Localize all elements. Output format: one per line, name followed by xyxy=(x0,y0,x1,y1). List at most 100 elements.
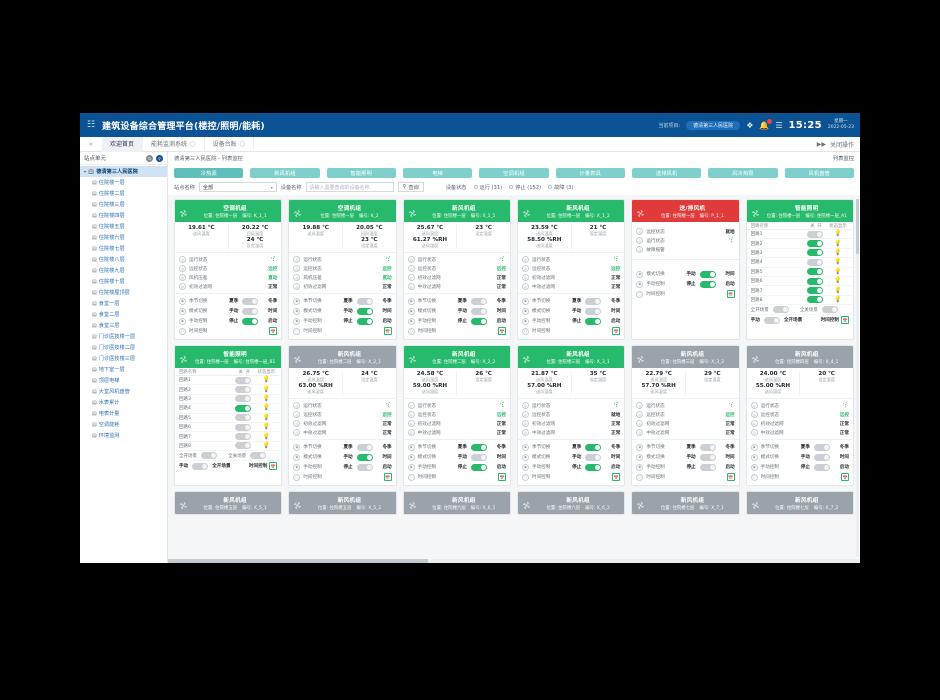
all-off-scene-toggle[interactable] xyxy=(250,452,267,460)
tree-node[interactable]: ▤ 住院楼七层 xyxy=(80,243,167,254)
toggle-switch[interactable] xyxy=(356,297,373,305)
tab-energy-monitoring[interactable]: 能耗监测系统 ◯ xyxy=(143,136,205,152)
all-off-scene-toggle[interactable] xyxy=(821,306,838,314)
calendar-icon[interactable]: 📅 xyxy=(840,473,849,481)
status-filter-option[interactable]: 停止 (152) xyxy=(509,184,541,191)
status-filter-option[interactable]: 故障 (3) xyxy=(548,184,574,191)
toggle-switch[interactable] xyxy=(585,307,602,315)
toggle-switch[interactable] xyxy=(356,453,373,461)
project-name-pill[interactable]: 德清第三人民医院 xyxy=(686,120,741,130)
horizontal-scrollbar[interactable] xyxy=(168,559,860,563)
toggle-switch[interactable] xyxy=(699,463,716,471)
device-card[interactable]: 新风机组 位置: 住院楼七层 编号: X_7_2 xyxy=(745,491,854,515)
toggle-switch[interactable] xyxy=(699,270,716,278)
close-operation-label[interactable]: 关闭操作 xyxy=(830,140,854,149)
tab-device-ledger[interactable]: 设备台账 ◯ xyxy=(205,136,255,152)
loop-toggle[interactable] xyxy=(235,386,252,394)
loop-toggle[interactable] xyxy=(806,258,823,266)
tree-node[interactable]: ▤ 食堂一层 xyxy=(80,298,167,309)
calendar-icon[interactable]: 📅 xyxy=(269,327,278,335)
toggle-switch[interactable] xyxy=(470,297,487,305)
tree-node[interactable]: ▤ 地下室一层 xyxy=(80,364,167,375)
device-card[interactable]: 智能照明 位置: 住院楼一层 编号: 住院楼一层_A1 回路名称关 开状态显示 回路1 💡… xyxy=(745,199,854,340)
tree-node[interactable]: ▤ 电表计量 xyxy=(80,408,167,419)
device-card[interactable]: 新风机组 位置: 住院楼六层 编号: X_6_2 xyxy=(516,491,626,515)
toggle-switch[interactable] xyxy=(470,453,487,461)
device-card[interactable]: 新风机组 位置: 住院楼四层 编号: X_4_1 24.00 ℃ 送风温度 55.00 %… xyxy=(745,345,854,486)
loop-toggle[interactable] xyxy=(235,433,252,441)
tree-node[interactable]: ▤ 住院楼四层 xyxy=(80,210,167,221)
search-icon[interactable]: ⚲ xyxy=(156,154,163,162)
tree-node[interactable]: ▤ 住院楼一层 xyxy=(80,177,167,188)
toggle-switch[interactable] xyxy=(470,443,487,451)
tree-node[interactable]: ▤ 环境监测 xyxy=(80,430,167,441)
tree-node[interactable]: ▤ 门诊医技楼一层 xyxy=(80,331,167,342)
toggle-switch[interactable] xyxy=(813,463,830,471)
chevron-down-icon[interactable]: ▾ xyxy=(84,169,86,174)
toggle-switch[interactable] xyxy=(470,307,487,315)
device-card[interactable]: 智能照明 位置: 住院楼一层 编号: 住院楼一层_B1 回路名称关 开状态显示 回路1 💡… xyxy=(174,345,283,486)
close-icon[interactable]: ◯ xyxy=(190,137,196,152)
radio-icon[interactable] xyxy=(548,185,553,189)
calendar-icon[interactable]: 📅 xyxy=(497,327,506,335)
tree-node[interactable]: ▤ 住院楼屋顶层 xyxy=(80,287,167,298)
device-card[interactable]: 新风机组 位置: 住院楼五层 编号: X_5_2 xyxy=(288,491,397,515)
toggle-switch[interactable] xyxy=(585,297,602,305)
device-card[interactable]: 新风机组 位置: 住院楼七层 编号: X_7_1 xyxy=(631,491,740,515)
vertical-scrollbar[interactable] xyxy=(856,199,859,557)
device-card[interactable]: 新风机组 位置: 住院楼五层 编号: X_5_1 xyxy=(174,491,283,515)
radio-icon[interactable] xyxy=(473,185,478,189)
menu-icon[interactable]: ☷ xyxy=(80,120,102,130)
calendar-icon[interactable]: 📅 xyxy=(840,316,849,325)
category-button-智能照明[interactable]: 智能照明 xyxy=(326,168,396,178)
device-card[interactable]: 送/排风机 位置: 住院楼一层 编号: P_1_1 ◎ 远控状态 就地 ◎ 运行状态 ◎ 故障报警… xyxy=(631,199,740,340)
loop-toggle[interactable] xyxy=(806,277,823,285)
search-button[interactable]: ⚲ 查询 xyxy=(397,182,424,192)
bell-icon[interactable]: 🔔 xyxy=(759,118,773,130)
calendar-icon[interactable]: 📅 xyxy=(383,473,392,481)
tab-welcome[interactable]: 欢迎首页 xyxy=(102,136,144,152)
list-icon[interactable]: ☰ xyxy=(775,121,782,130)
calendar-icon[interactable]: 📅 xyxy=(612,473,621,481)
loop-toggle[interactable] xyxy=(806,230,823,238)
device-search-input[interactable]: 请输入需要查询的设备名称 xyxy=(305,182,394,192)
loop-toggle[interactable] xyxy=(235,404,252,412)
tree-node[interactable]: ▤ 住院楼三层 xyxy=(80,199,167,210)
tree-node[interactable]: ▤ 住院楼十层 xyxy=(80,276,167,287)
category-button-风冷热泵[interactable]: 风冷热泵 xyxy=(708,168,778,178)
toggle-switch[interactable] xyxy=(699,443,716,451)
calendar-icon[interactable]: 📅 xyxy=(612,327,621,335)
all-on-scene-toggle[interactable] xyxy=(772,306,789,314)
close-icon[interactable]: ◯ xyxy=(240,137,246,152)
toggle-switch[interactable] xyxy=(356,443,373,451)
tree-root-node[interactable]: ▾ 🏥 德清第三人民医院 xyxy=(80,166,167,177)
loop-toggle[interactable] xyxy=(235,442,252,450)
toggle-switch[interactable] xyxy=(356,317,373,325)
category-button-新风机组[interactable]: 新风机组 xyxy=(250,168,320,178)
category-button-冷热源[interactable]: 冷热源 xyxy=(174,168,244,178)
loop-toggle[interactable] xyxy=(235,414,252,422)
toggle-switch[interactable] xyxy=(813,443,830,451)
forward-icon[interactable]: ▶▶ xyxy=(817,141,826,148)
device-card[interactable]: 空调机组 位置: 住院楼一层 编号: K_2 19.88 ℃ 送风温度 20.05 ℃ 回风… xyxy=(288,199,397,340)
loop-toggle[interactable] xyxy=(806,240,823,248)
calendar-icon[interactable]: 📅 xyxy=(726,290,735,298)
status-filter-option[interactable]: 运行 (31) xyxy=(473,184,502,191)
toggle-switch[interactable] xyxy=(242,297,259,305)
device-card[interactable]: 新风机组 位置: 住院楼一层 编号: X_1_1 25.67 ℃ 送风温度 61.27 %… xyxy=(402,199,511,340)
calendar-icon[interactable]: 📅 xyxy=(269,462,278,471)
collapse-left-icon[interactable]: « xyxy=(80,141,102,148)
calendar-icon[interactable]: 📅 xyxy=(383,327,392,335)
loop-toggle[interactable] xyxy=(806,287,823,295)
loop-toggle[interactable] xyxy=(235,376,252,384)
device-card[interactable]: 新风机组 位置: 住院楼六层 编号: X_6_1 xyxy=(402,491,511,515)
loop-toggle[interactable] xyxy=(806,296,823,304)
tree-node[interactable]: ▤ 食堂三层 xyxy=(80,320,167,331)
refresh-icon[interactable]: ↻ xyxy=(146,154,153,162)
tree-node[interactable]: ▤ 食堂二层 xyxy=(80,309,167,320)
toggle-switch[interactable] xyxy=(813,453,830,461)
radio-icon[interactable] xyxy=(509,185,514,189)
tree-node[interactable]: ▤ 空调能耗 xyxy=(80,419,167,430)
device-card[interactable]: 新风机组 位置: 住院楼三层 编号: X_3_2 22.79 ℃ 送风温度 57.70 %… xyxy=(631,345,740,486)
tree-node[interactable]: ▤ 门诊医技楼二层 xyxy=(80,342,167,353)
